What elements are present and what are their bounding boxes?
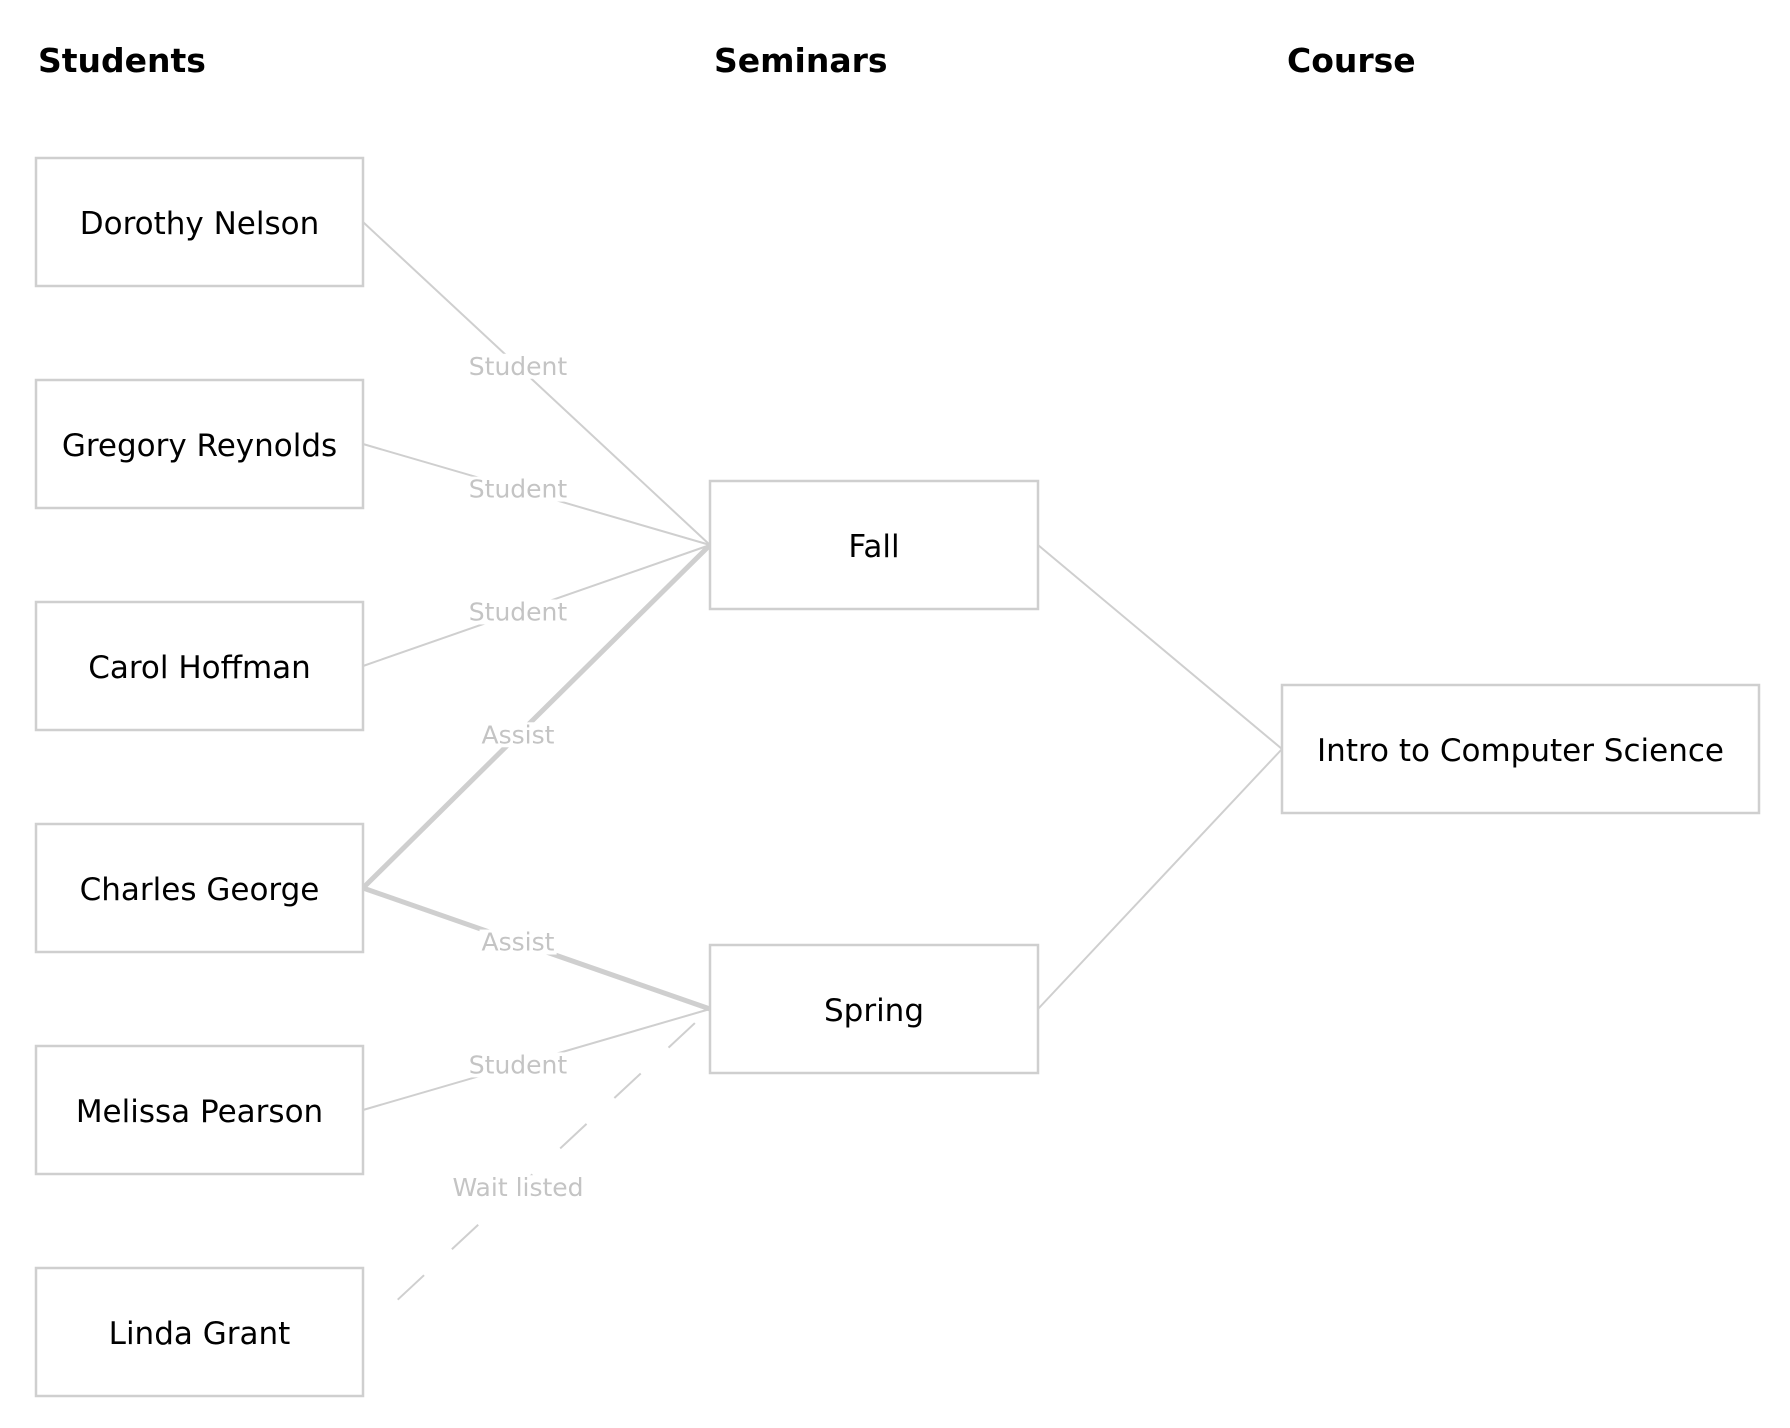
relationship-diagram: Students Seminars Course StudentStudentS… — [34, 41, 1761, 1398]
edge-labels-layer: Student Student Student Assist Assist Student… — [450, 352, 586, 1202]
node-label: Carol Hoffman — [88, 650, 311, 686]
node-label: Spring — [824, 993, 924, 1029]
node-charles[interactable]: Charles George — [34, 822, 365, 954]
node-fall[interactable]: Fall — [708, 479, 1040, 611]
node-intro[interactable]: Intro to Computer Science — [1280, 683, 1761, 815]
node-carol[interactable]: Carol Hoffman — [34, 600, 365, 732]
node-label: Linda Grant — [109, 1316, 291, 1352]
edge-label: Student — [469, 475, 568, 504]
edge-label-group: Student — [466, 597, 570, 626]
edge-label: Student — [469, 1050, 568, 1079]
node-linda[interactable]: Linda Grant — [34, 1266, 365, 1398]
edge-label-group: Student — [466, 1050, 570, 1079]
edge-label-group: Student — [466, 352, 570, 381]
node-dorothy[interactable]: Dorothy Nelson — [34, 156, 365, 288]
edge-label-group: Assist — [479, 720, 557, 749]
edge-label-group: Assist — [479, 928, 557, 957]
edge-fall-intro[interactable] — [1037, 544, 1283, 750]
edges-layer — [361, 221, 1283, 1301]
seminars-column-header: Seminars — [714, 41, 888, 80]
edge-label-group: Wait listed — [450, 1173, 586, 1202]
node-label: Gregory Reynolds — [62, 428, 337, 464]
edge-charles-fall[interactable] — [361, 543, 712, 890]
column-headers: Students Seminars Course — [38, 41, 1416, 80]
course-column-header: Course — [1287, 41, 1416, 80]
edge-spring-intro[interactable] — [1037, 748, 1283, 1010]
edge-label: Assist — [482, 928, 555, 957]
node-gregory[interactable]: Gregory Reynolds — [34, 378, 365, 510]
node-label: Intro to Computer Science — [1317, 733, 1724, 769]
node-label: Fall — [848, 529, 899, 565]
students-column-header: Students — [38, 41, 206, 80]
edge-label: Assist — [482, 720, 555, 749]
edge-label-group: Student — [466, 475, 570, 504]
edge-label: Student — [469, 352, 568, 381]
edge-label: Wait listed — [452, 1173, 583, 1202]
edge-label: Student — [469, 597, 568, 626]
node-label: Melissa Pearson — [76, 1094, 323, 1130]
node-spring[interactable]: Spring — [708, 943, 1040, 1075]
nodes-layer: Dorothy Nelson Gregory Reynolds Carol Hoff… — [34, 156, 1761, 1398]
node-label: Dorothy Nelson — [80, 206, 320, 242]
node-label: Charles George — [80, 872, 320, 908]
node-melissa[interactable]: Melissa Pearson — [34, 1044, 365, 1176]
